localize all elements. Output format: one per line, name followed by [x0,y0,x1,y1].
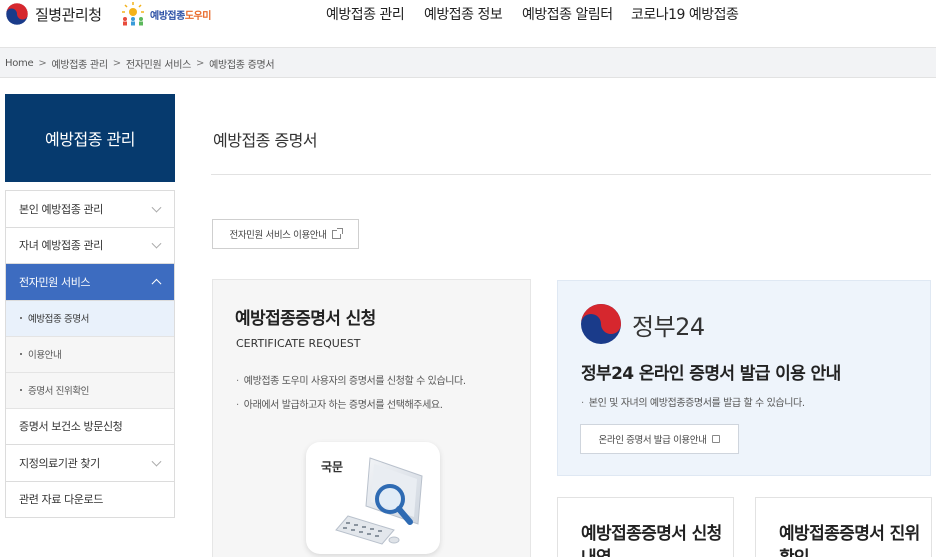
vaccination-helper-logo[interactable]: 예방접종도우미 [118,0,211,28]
external-link-icon [332,227,344,239]
breadcrumb-bar: Home > 예방접종 관리 > 전자민원 서비스 > 예방접종 증명서 [0,48,936,78]
sidebar-item-my-vaccination[interactable]: 본인 예방접종 관리 [6,191,174,228]
breadcrumb-separator: > [38,58,47,69]
nav-vaccination-info[interactable]: 예방접종 정보 [424,4,503,24]
certificate-verify-card[interactable]: 예방접종증명서 진위확인 [755,497,932,557]
chevron-up-icon [151,278,162,289]
gov24-card-title: 정부24 온라인 증명서 발급 이용 안내 [581,364,841,384]
chevron-down-icon [151,238,162,249]
sidebar-subitem-usage-guide[interactable]: 이용안내 [6,336,174,373]
sidebar-subitem-label: 예방접종 증명서 [28,314,89,325]
sidebar-subitem-label: 증명서 진위확인 [28,386,89,397]
request-card-bullet: 예방접종 도우미 사용자의 증명서를 신청할 수 있습니다. [236,372,466,387]
sidebar-subitem-verify-certificate[interactable]: 증명서 진위확인 [6,372,174,409]
sidebar-item-e-civil-service[interactable]: 전자민원 서비스 [6,264,174,301]
bullet-dot [20,317,22,319]
breadcrumb: Home > 예방접종 관리 > 전자민원 서비스 > 예방접종 증명서 [5,56,275,71]
page-title: 예방접종 증명서 [213,131,318,150]
taegeuk-logo-icon [581,304,621,344]
korean-certificate-option[interactable]: 국문 [306,442,440,554]
sidebar-item-child-vaccination[interactable]: 자녀 예방접종 관리 [6,228,174,264]
breadcrumb-certificate[interactable]: 예방접종 증명서 [209,56,274,71]
breadcrumb-separator: > [112,58,121,69]
bullet-dot [20,389,22,391]
gov24-online-guide-button[interactable]: 온라인 증명서 발급 이용안내 [580,424,739,454]
nav-vaccination-management[interactable]: 예방접종 관리 [326,4,405,24]
sidebar-item-label: 본인 예방접종 관리 [19,202,103,216]
request-card-subtitle: CERTIFICATE REQUEST [236,337,361,350]
breadcrumb-e-civil-service[interactable]: 전자민원 서비스 [126,56,191,71]
taegeuk-logo-icon [5,2,29,26]
sidebar-item-find-clinic[interactable]: 지정의료기관 찾기 [6,445,174,482]
bullet-dot [20,353,22,355]
org-name: 질병관리청 [35,5,102,24]
request-card-title: 예방접종증명서 신청 [235,309,376,329]
sidebar-item-downloads[interactable]: 관련 자료 다운로드 [6,482,174,518]
chevron-down-icon [151,456,162,467]
helper-logo-text-a: 예방접종 [150,10,185,22]
sidebar-title: 예방접종 관리 [5,94,175,182]
sidebar-menu: 본인 예방접종 관리 자녀 예방접종 관리 전자민원 서비스 예방접종 증명서 … [5,190,175,518]
new-window-icon [712,435,721,443]
service-guide-button[interactable]: 전자민원 서비스 이용안내 [212,219,359,249]
breadcrumb-home[interactable]: Home [5,58,34,69]
sidebar-item-label: 자녀 예방접종 관리 [19,239,103,253]
sidebar-item-label: 증명서 보건소 방문신청 [19,420,123,434]
gov24-button-label: 온라인 증명서 발급 이용안내 [598,435,707,446]
verify-card-title: 예방접종증명서 진위확인 [779,524,920,557]
helper-logo-text-b: 도우미 [184,10,212,22]
breadcrumb-separator: > [196,58,205,69]
sidebar-subitem-certificate[interactable]: 예방접종 증명서 [6,300,174,337]
nav-covid19-vaccination[interactable]: 코로나19 예방접종 [631,4,739,24]
sidebar-item-health-center-visit[interactable]: 증명서 보건소 방문신청 [6,409,174,445]
title-divider [211,174,931,175]
sidebar-item-label: 전자민원 서비스 [19,275,91,289]
computer-search-icon [335,457,423,545]
nav-vaccination-notice[interactable]: 예방접종 알림터 [522,4,613,24]
gov24-card-bullet: 본인 및 자녀의 예방접종증명서를 발급 할 수 있습니다. [581,394,805,409]
sidebar-item-label: 지정의료기관 찾기 [19,456,100,470]
sidebar-item-label: 관련 자료 다운로드 [19,493,103,507]
gov24-card: 정부24 정부24 온라인 증명서 발급 이용 안내 본인 및 자녀의 예방접종… [557,280,931,476]
history-card-title: 예방접종증명서 신청내역 [581,524,722,557]
service-guide-label: 전자민원 서비스 이용안내 [229,230,327,241]
gov24-logo: 정부24 [580,303,705,345]
request-card-bullet: 아래에서 발급하고자 하는 증명서를 선택해주세요. [236,396,443,411]
certificate-request-card: 예방접종증명서 신청 CERTIFICATE REQUEST 예방접종 도우미 … [212,279,531,557]
site-header: 질병관리청 예방접종도우미 예방접종 관리 예방접종 정보 예방접종 알림터 코… [0,0,936,48]
helper-logo-text: 예방접종도우미 [150,7,211,22]
gov24-logo-text: 정부24 [632,312,705,341]
kdca-logo[interactable]: 질병관리청 [5,2,102,26]
sidebar-subitem-label: 이용안내 [28,350,62,361]
chevron-down-icon [151,202,162,213]
sun-people-icon [122,2,144,26]
certificate-history-card[interactable]: 예방접종증명서 신청내역 [557,497,734,557]
breadcrumb-vaccination-management[interactable]: 예방접종 관리 [51,56,108,71]
